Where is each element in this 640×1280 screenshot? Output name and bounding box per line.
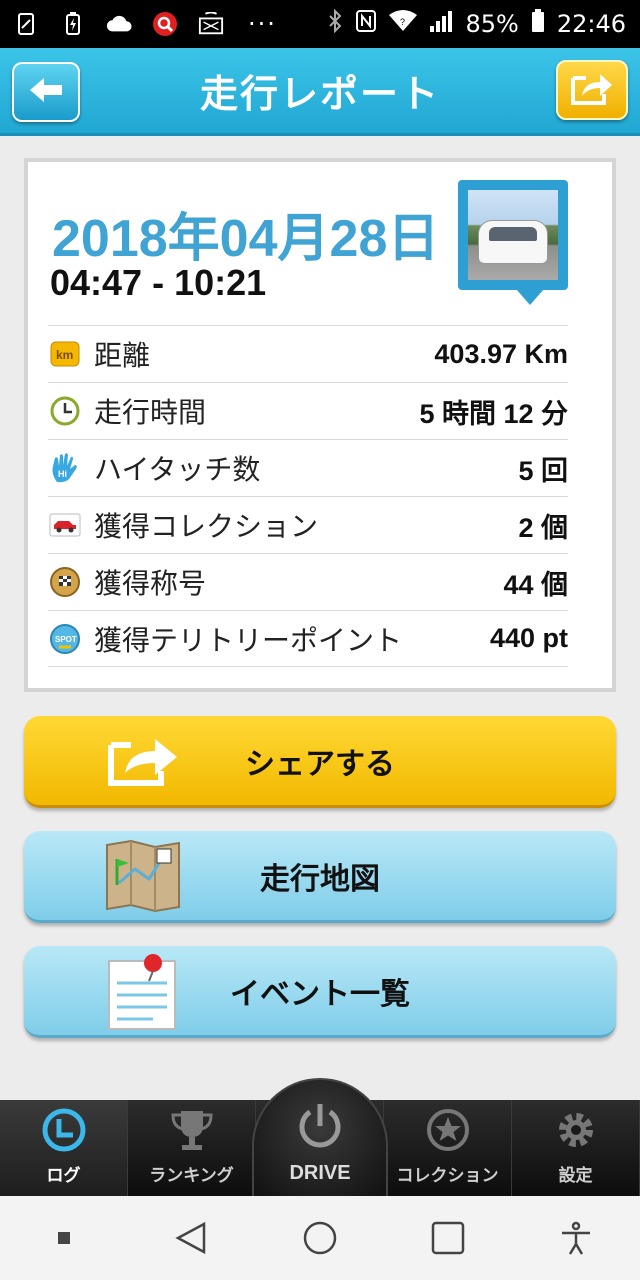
stat-row-drive-time: 走行時間 5 時間 12 分 [48, 382, 568, 439]
tab-log-label: ログ [46, 1166, 81, 1186]
log-clock-icon [41, 1107, 87, 1157]
clock-time: 22:46 [556, 10, 626, 38]
back-button[interactable] [12, 62, 80, 122]
stat-value: 5 時間 12 分 [419, 398, 568, 429]
status-bar: ··· ? 85% 22:46 [0, 0, 640, 48]
tab-collection-label: コレクション [396, 1166, 499, 1186]
more-notifications: ··· [248, 10, 277, 38]
clock-icon [48, 394, 82, 428]
stat-label: ハイタッチ数 [94, 453, 261, 486]
checkered-medal-icon [48, 565, 82, 599]
stat-value: 2 個 [518, 512, 568, 543]
svg-text:?: ? [400, 17, 405, 27]
screenshot-icon [14, 11, 40, 37]
stat-row-titles: 獲得称号 44 個 [48, 553, 568, 610]
report-time-range: 04:47 - 10:21 [50, 262, 267, 303]
wifi-icon: ? [389, 10, 418, 38]
stat-value: 5 回 [518, 455, 568, 486]
km-icon: km [48, 337, 82, 371]
event-list-button[interactable]: イベント一覧 [24, 946, 616, 1038]
stat-row-collection: 獲得コレクション 2 個 [48, 496, 568, 553]
drive-map-button[interactable]: 走行地図 [24, 831, 616, 923]
event-list-button-label: イベント一覧 [230, 976, 410, 1012]
nfc-icon [355, 9, 377, 39]
battery-charging-icon [60, 11, 86, 37]
cast-icon [198, 11, 224, 37]
tab-settings-label: 設定 [558, 1166, 593, 1186]
stats-list: km 距離 403.97 Km 走行時間 5 時間 12 分 Hi ハイタッチ数… [48, 325, 568, 667]
share-header-button[interactable] [556, 60, 628, 120]
bluetooth-icon [327, 8, 343, 39]
tab-settings[interactable]: 設定 [512, 1100, 640, 1196]
drive-map-button-label: 走行地図 [260, 861, 380, 897]
accessibility-icon[interactable] [546, 1208, 606, 1268]
tab-collection[interactable]: コレクション [384, 1100, 512, 1196]
nav-recents-icon[interactable] [418, 1208, 478, 1268]
arrow-left-icon [28, 76, 64, 108]
gear-icon [553, 1107, 599, 1157]
stat-row-territory-points: SPOT 獲得テリトリーポイント 440 pt [48, 610, 568, 667]
stat-value: 44 個 [503, 569, 568, 600]
report-card: 2018年04月28日 04:47 - 10:21 km 距離 403.97 K… [24, 158, 616, 692]
svg-text:km: km [56, 348, 73, 362]
car-photo [468, 190, 558, 280]
share-button-label: シェアする [245, 746, 395, 782]
page-title: 走行レポート [199, 72, 440, 116]
system-nav-bar [0, 1196, 640, 1280]
power-icon [294, 1100, 346, 1156]
stat-value: 440 pt [489, 623, 568, 653]
share-arrow-icon [104, 722, 182, 800]
hi-hand-icon: Hi [48, 451, 82, 485]
stat-value: 403.97 Km [434, 338, 568, 369]
battery-icon [531, 9, 545, 39]
stat-row-high-touch: Hi ハイタッチ数 5 回 [48, 439, 568, 496]
spot-badge-icon: SPOT [48, 622, 82, 656]
tab-ranking-label: ランキング [149, 1166, 234, 1186]
stat-label: 走行時間 [94, 396, 207, 429]
star-circle-icon [425, 1107, 471, 1157]
nav-home-icon[interactable] [290, 1208, 350, 1268]
tab-log[interactable]: ログ [0, 1100, 128, 1196]
stat-label: 獲得テリトリーポイント [94, 623, 403, 657]
tab-ranking[interactable]: ランキング [128, 1100, 256, 1196]
report-date: 2018年04月28日 [52, 210, 440, 268]
stat-label: 獲得コレクション [94, 510, 319, 543]
drive-button[interactable]: DRIVE [252, 1078, 388, 1196]
share-icon [570, 70, 614, 110]
battery-percent: 85% [465, 10, 519, 38]
car-image [478, 220, 548, 264]
memo-pin-icon [104, 952, 182, 1030]
share-button[interactable]: シェアする [24, 716, 616, 808]
cloud-icon [106, 11, 132, 37]
car-card-icon [48, 508, 82, 542]
signal-icon [429, 10, 453, 38]
nav-small-square-icon[interactable] [34, 1208, 94, 1268]
drive-label: DRIVE [289, 1162, 351, 1184]
svg-text:SPOT: SPOT [55, 635, 77, 644]
map-icon [104, 837, 182, 915]
svg-text:Hi: Hi [58, 469, 67, 479]
trophy-icon [169, 1107, 215, 1157]
search-app-icon [152, 11, 178, 37]
stat-label: 距離 [94, 339, 151, 372]
nav-back-icon[interactable] [162, 1208, 222, 1268]
car-photo-pin[interactable] [458, 180, 568, 290]
title-bar: 走行レポート [0, 48, 640, 136]
pin-tail [516, 289, 544, 305]
stat-row-distance: km 距離 403.97 Km [48, 325, 568, 382]
stat-label: 獲得称号 [94, 567, 207, 600]
